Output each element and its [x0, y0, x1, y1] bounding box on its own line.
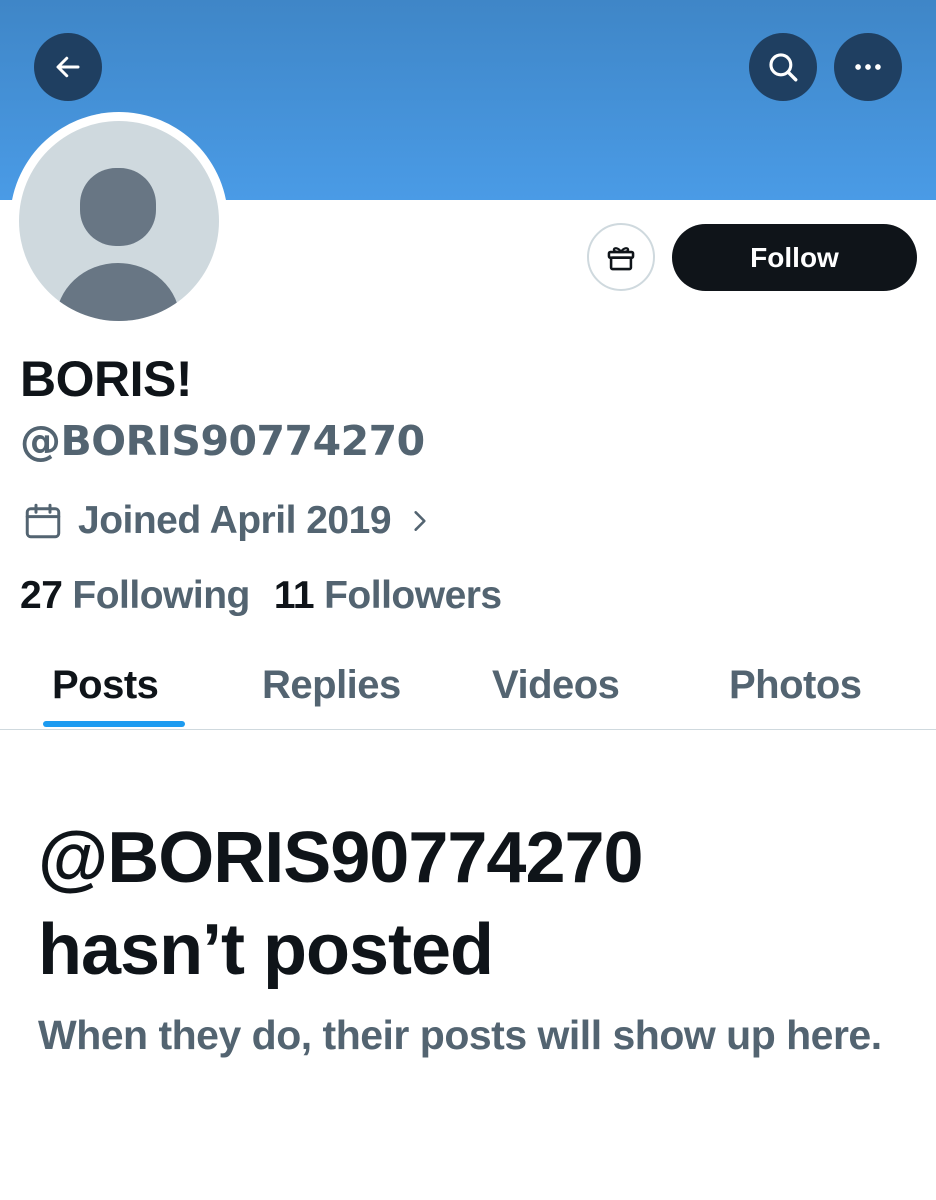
- follow-button[interactable]: Follow: [672, 224, 917, 291]
- followers-label: Followers: [324, 574, 502, 617]
- joined-date: Joined April 2019: [78, 499, 392, 542]
- gift-button[interactable]: [587, 223, 655, 291]
- tab-videos[interactable]: Videos: [492, 640, 620, 730]
- tab-posts[interactable]: Posts: [52, 640, 159, 730]
- follow-stats: 27 Following 11 Followers: [20, 570, 502, 622]
- empty-state-title-line1: @BORIS90774270: [38, 818, 644, 898]
- arrow-left-icon: [56, 56, 80, 78]
- followers-link[interactable]: 11 Followers: [274, 574, 502, 618]
- following-count: 27: [20, 574, 63, 617]
- active-tab-indicator: [43, 721, 185, 727]
- search-icon: [769, 53, 798, 82]
- joined-date-row[interactable]: Joined April 2019: [22, 496, 433, 546]
- empty-state-title: @BORIS90774270 hasn’t posted: [38, 812, 898, 996]
- search-button[interactable]: [749, 33, 817, 101]
- followers-count: 11: [273, 574, 315, 617]
- empty-state-subtitle: When they do, their posts will show up h…: [38, 1012, 882, 1058]
- more-horizontal-icon: [855, 64, 881, 70]
- handle: @BORIS90774270: [20, 417, 425, 465]
- calendar-icon: [25, 503, 61, 539]
- profile-tabs: Posts Replies Videos Photos: [0, 640, 936, 730]
- tab-replies[interactable]: Replies: [262, 640, 401, 730]
- back-button[interactable]: [34, 33, 102, 101]
- avatar[interactable]: [19, 121, 219, 321]
- following-label: Following: [72, 574, 250, 617]
- gift-icon: [607, 247, 635, 271]
- following-link[interactable]: 27 Following: [20, 574, 250, 618]
- display-name: BORIS!: [20, 351, 193, 407]
- empty-state-title-line2: hasn’t posted: [38, 910, 494, 990]
- default-avatar-icon: [56, 168, 180, 321]
- chevron-right-icon: [407, 508, 433, 534]
- more-options-button[interactable]: [834, 33, 902, 101]
- tab-photos[interactable]: Photos: [729, 640, 862, 730]
